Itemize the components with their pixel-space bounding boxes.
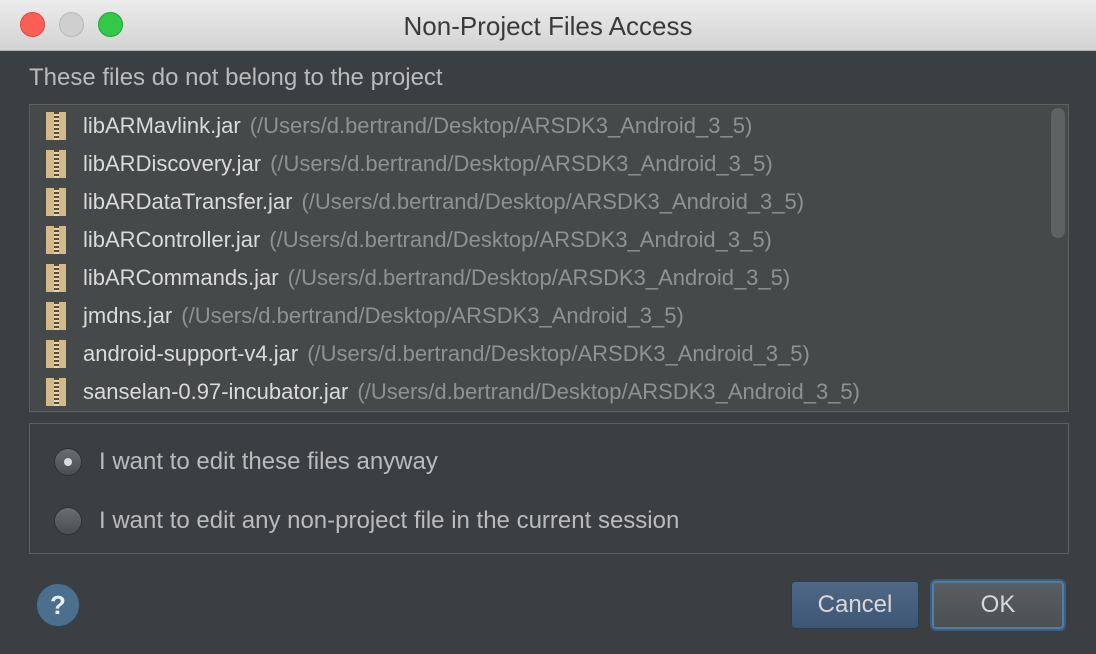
scrollbar-thumb[interactable] <box>1051 108 1065 238</box>
jar-file-icon <box>46 112 66 140</box>
file-name: libARDataTransfer.jar <box>83 189 293 214</box>
jar-file-icon <box>46 150 66 178</box>
file-path: (/Users/d.bertrand/Desktop/ARSDK3_Androi… <box>270 151 773 176</box>
file-path: (/Users/d.bertrand/Desktop/ARSDK3_Androi… <box>181 303 684 328</box>
cancel-button[interactable]: Cancel <box>791 581 919 629</box>
file-path: (/Users/d.bertrand/Desktop/ARSDK3_Androi… <box>357 379 860 404</box>
jar-file-icon <box>46 264 66 292</box>
file-path: (/Users/d.bertrand/Desktop/ARSDK3_Androi… <box>249 113 753 138</box>
file-list[interactable]: libARMavlink.jar (/Users/d.bertrand/Desk… <box>29 104 1069 412</box>
file-path: (/Users/d.bertrand/Desktop/ARSDK3_Androi… <box>269 227 772 252</box>
file-path: (/Users/d.bertrand/Desktop/ARSDK3_Androi… <box>287 265 791 290</box>
list-item[interactable]: libARController.jar (/Users/d.bertrand/D… <box>46 221 772 259</box>
file-name: android-support-v4.jar <box>83 341 299 366</box>
file-path: (/Users/d.bertrand/Desktop/ARSDK3_Androi… <box>301 189 805 214</box>
files-heading: These files do not belong to the project <box>29 64 443 91</box>
radio-button-selected[interactable] <box>54 448 82 476</box>
jar-file-icon <box>46 378 66 406</box>
file-list-scrollbar[interactable] <box>1046 105 1068 411</box>
radio-button[interactable] <box>54 507 82 535</box>
edit-options-group: I want to edit these files anyway I want… <box>29 423 1069 554</box>
list-item[interactable]: libARMavlink.jar (/Users/d.bertrand/Desk… <box>46 107 752 145</box>
list-item[interactable]: android-support-v4.jar (/Users/d.bertran… <box>46 335 810 373</box>
option-edit-these-files[interactable]: I want to edit these files anyway <box>54 448 438 476</box>
help-icon[interactable]: ? <box>36 583 80 627</box>
jar-file-icon <box>46 340 66 368</box>
window-title: Non-Project Files Access <box>403 11 693 41</box>
jar-file-icon <box>46 226 66 254</box>
option-label: I want to edit any non-project file in t… <box>99 507 680 534</box>
list-item[interactable]: libARDataTransfer.jar (/Users/d.bertrand… <box>46 183 804 221</box>
list-item[interactable]: sanselan-0.97-incubator.jar (/Users/d.be… <box>46 373 860 411</box>
title-bar: Non-Project Files Access <box>0 0 1096 51</box>
file-name: libARController.jar <box>83 227 261 252</box>
jar-file-icon <box>46 188 66 216</box>
file-path: (/Users/d.bertrand/Desktop/ARSDK3_Androi… <box>307 341 810 366</box>
file-name: jmdns.jar <box>83 303 173 328</box>
dialog-window: Non-Project Files Access These files do … <box>0 0 1096 654</box>
ok-button[interactable]: OK <box>932 581 1064 629</box>
file-name: sanselan-0.97-incubator.jar <box>83 379 349 404</box>
list-item[interactable]: libARCommands.jar (/Users/d.bertrand/Des… <box>46 259 790 297</box>
list-item[interactable]: libARDiscovery.jar (/Users/d.bertrand/De… <box>46 145 773 183</box>
list-item[interactable]: jmdns.jar (/Users/d.bertrand/Desktop/ARS… <box>46 297 684 335</box>
option-edit-any-non-project-file[interactable]: I want to edit any non-project file in t… <box>54 507 679 535</box>
file-name: libARDiscovery.jar <box>83 151 262 176</box>
jar-file-icon <box>46 302 66 330</box>
file-name: libARCommands.jar <box>83 265 279 290</box>
file-name: libARMavlink.jar <box>83 113 241 138</box>
option-label: I want to edit these files anyway <box>99 448 438 475</box>
